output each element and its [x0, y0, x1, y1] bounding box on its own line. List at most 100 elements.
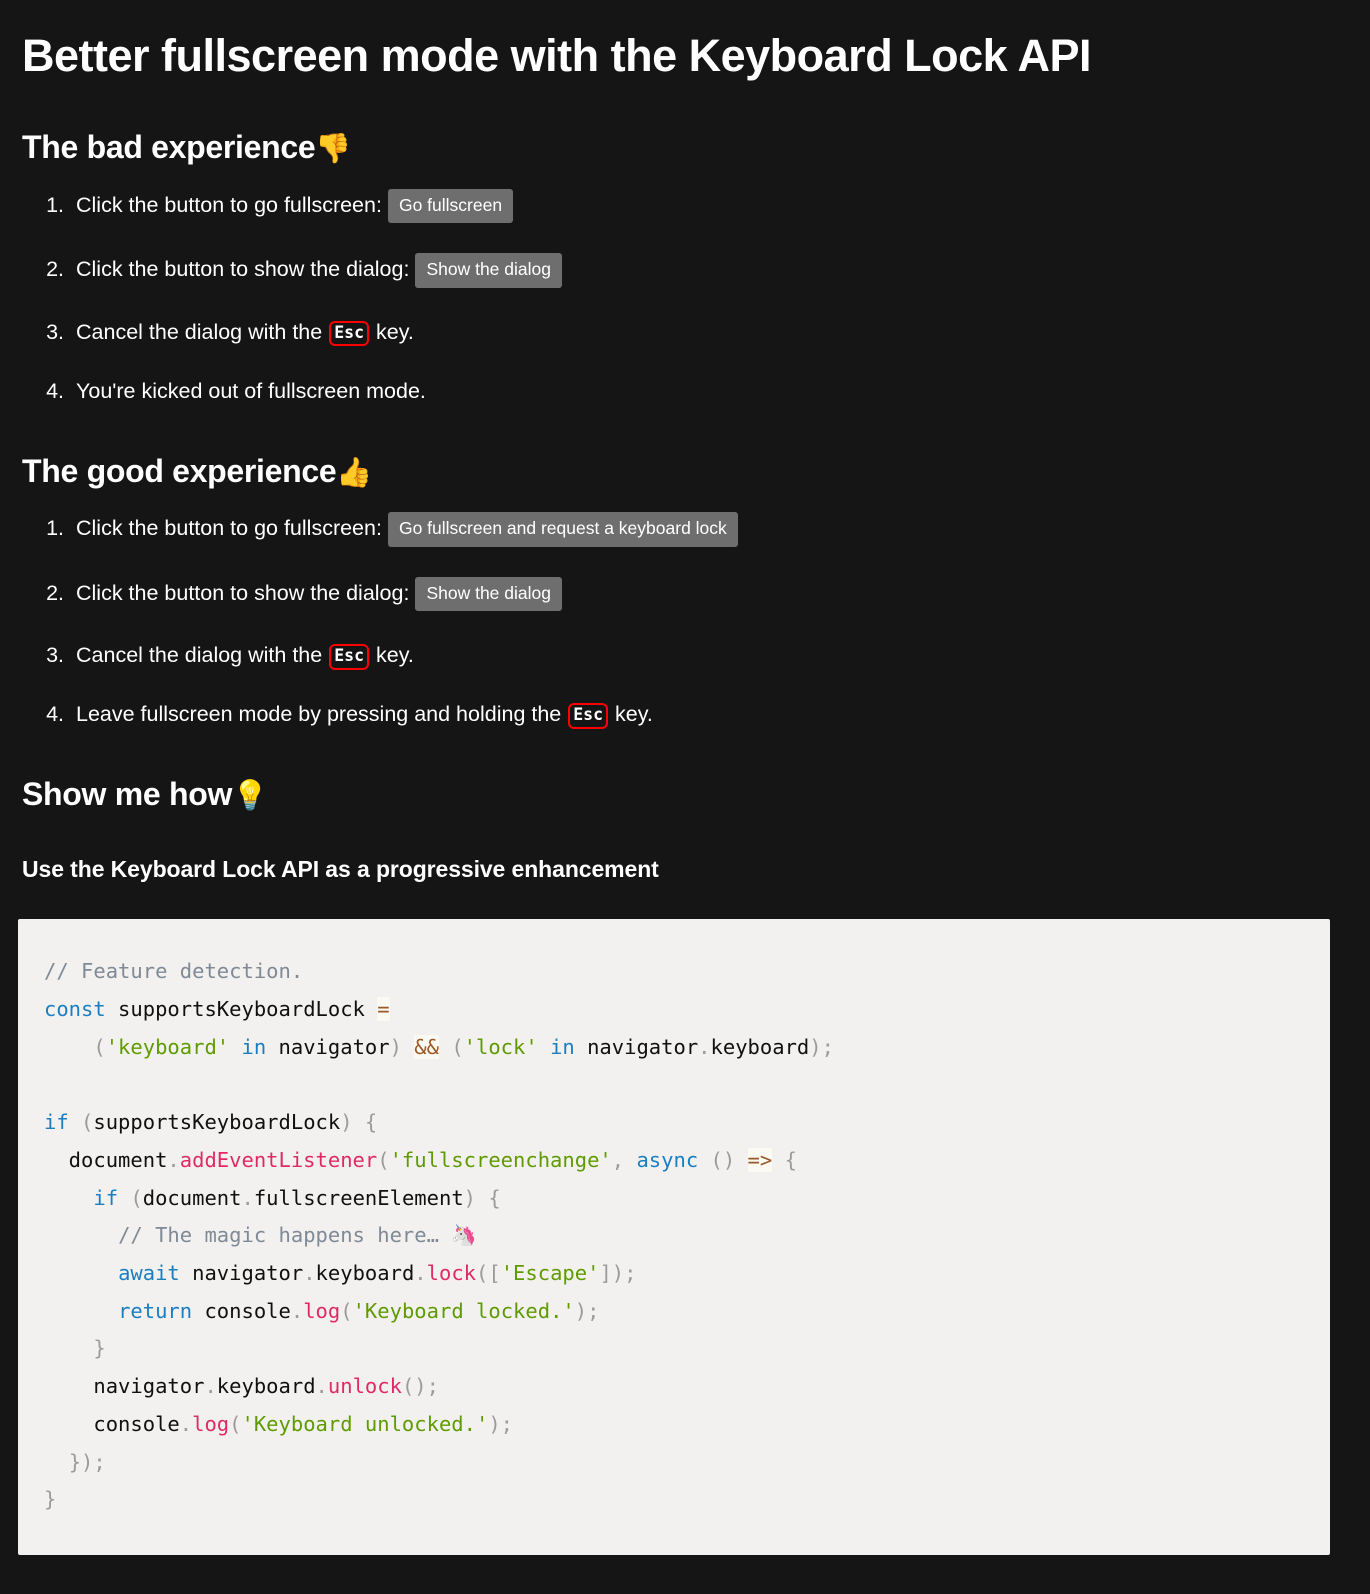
step-text: Click the button to show the dialog:	[76, 257, 410, 282]
code-token-punct: );	[488, 1411, 514, 1436]
code-token-op: =>	[747, 1147, 773, 1172]
code-token-plain: supportsKeyboardLock	[105, 996, 378, 1021]
code-token-string: 'Keyboard unlocked.'	[241, 1411, 489, 1436]
thumbs-up-icon: 👍	[336, 456, 373, 489]
section-heading-bad: The bad experience👎	[22, 128, 1330, 167]
code-token-keyword: if	[93, 1185, 119, 1210]
code-token-punct: ();	[401, 1374, 439, 1399]
code-token-punct: .	[303, 1260, 316, 1285]
code-token-plain: supportsKeyboardLock	[93, 1110, 341, 1135]
code-token-comment: // Feature detection.	[44, 959, 304, 984]
code-token-keyword: in	[241, 1034, 267, 1059]
list-item: Click the button to go fullscreen:Go ful…	[70, 512, 1330, 547]
steps-list-good: Click the button to go fullscreen:Go ful…	[18, 512, 1330, 729]
code-token-punct: ([	[476, 1260, 501, 1285]
code-token-plain: fullscreenElement	[253, 1185, 464, 1210]
code-token-plain: keyboard	[216, 1374, 316, 1399]
show-dialog-button[interactable]: Show the dialog	[415, 253, 562, 288]
step-text: Leave fullscreen mode by pressing and ho…	[76, 702, 562, 727]
code-token-punct: (	[130, 1185, 143, 1210]
go-fullscreen-button[interactable]: Go fullscreen	[387, 188, 514, 224]
code-token-punct: (	[93, 1034, 106, 1059]
code-token-punct: );	[574, 1298, 600, 1323]
code-token-punct: (	[340, 1298, 353, 1323]
code-token-func: log	[192, 1411, 230, 1436]
code-token-keyword: await	[118, 1260, 180, 1285]
code-token-func: log	[303, 1298, 341, 1323]
code-token-plain: navigator	[266, 1034, 390, 1059]
code-token-keyword: async	[636, 1147, 699, 1172]
code-token-plain: keyboard	[710, 1034, 810, 1059]
step-text: Cancel the dialog with the	[76, 319, 323, 344]
code-token-punct: .	[204, 1374, 217, 1399]
code-token-plain: document	[44, 1147, 168, 1172]
step-text-suffix: key.	[376, 643, 414, 668]
list-item: Leave fullscreen mode by pressing and ho…	[70, 700, 1330, 729]
esc-key: Esc	[568, 703, 609, 729]
subsection-heading: Use the Keyboard Lock API as a progressi…	[22, 856, 659, 883]
code-token-comment: // The magic happens here… 🦄	[118, 1223, 477, 1248]
code-token-plain: navigator	[574, 1034, 699, 1059]
section-heading-how: Show me how💡	[22, 775, 1330, 814]
code-token-plain: console	[192, 1298, 291, 1323]
code-token-punct: ,	[611, 1147, 637, 1172]
go-fullscreen-keyboard-lock-button[interactable]: Go fullscreen and request a keyboard loc…	[387, 512, 738, 547]
code-token-punct: }	[44, 1487, 57, 1512]
code-token-func: lock	[426, 1260, 477, 1285]
section-heading-good-label: The good experience	[22, 452, 337, 489]
code-token-plain: navigator	[179, 1260, 304, 1285]
code-token-op: =	[377, 996, 390, 1021]
page-root: Better fullscreen mode with the Keyboard…	[0, 0, 1370, 1594]
code-token-plain: navigator	[44, 1374, 205, 1399]
code-token-punct: (	[377, 1147, 390, 1172]
step-text: Click the button to go fullscreen:	[76, 516, 382, 541]
list-item: Cancel the dialog with the Esc key.	[70, 641, 1330, 670]
step-text: Click the button to go fullscreen:	[76, 192, 382, 217]
section-heading-how-label: Show me how	[22, 776, 233, 813]
code-token-punct: .	[241, 1185, 254, 1210]
code-token-punct: {	[784, 1147, 797, 1172]
code-token-string: 'fullscreenchange'	[389, 1147, 612, 1172]
section-heading-bad-label: The bad experience	[22, 128, 316, 165]
list-item: Click the button to go fullscreen:Go ful…	[70, 188, 1330, 224]
list-item: Click the button to show the dialog:Show…	[70, 576, 1330, 612]
code-token-plain: keyboard	[315, 1260, 415, 1285]
code-token-punct: (	[229, 1411, 242, 1436]
lightbulb-icon: 💡	[232, 780, 268, 813]
step-text: Cancel the dialog with the	[76, 643, 323, 668]
steps-list-bad: Click the button to go fullscreen:Go ful…	[18, 188, 1330, 406]
step-text: Click the button to show the dialog:	[76, 580, 410, 605]
code-token-keyword: const	[44, 996, 106, 1021]
code-token-string: 'keyboard'	[105, 1034, 230, 1059]
code-token-punct: .	[290, 1298, 304, 1323]
show-dialog-button[interactable]: Show the dialog	[415, 576, 562, 612]
code-token-op: &&	[414, 1034, 439, 1059]
code-token-punct: .	[179, 1411, 193, 1436]
code-token-punct: (	[81, 1110, 94, 1135]
esc-key: Esc	[329, 320, 370, 347]
code-token-punct: (	[451, 1034, 464, 1059]
code-token-punct: )	[340, 1110, 353, 1135]
list-item: Cancel the dialog with the Esc key.	[70, 318, 1330, 347]
code-token-func: addEventListener	[179, 1147, 378, 1172]
step-text: You're kicked out of fullscreen mode.	[76, 378, 426, 403]
page-title: Better fullscreen mode with the Keyboard…	[22, 30, 1092, 81]
code-token-string: 'lock'	[463, 1034, 538, 1059]
code-token-punct: {	[488, 1185, 501, 1210]
thumbs-down-icon: 👎	[315, 132, 352, 165]
code-token-string: 'Escape'	[500, 1260, 600, 1285]
list-item: Click the button to show the dialog:Show…	[70, 253, 1330, 288]
code-token-keyword: return	[118, 1298, 193, 1323]
code-token-plain: console	[44, 1411, 180, 1436]
code-token-punct: .	[698, 1034, 711, 1059]
